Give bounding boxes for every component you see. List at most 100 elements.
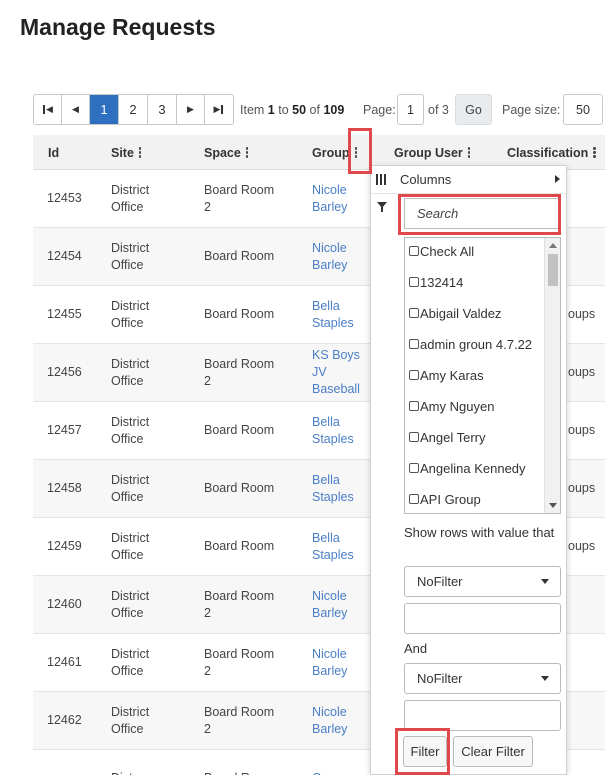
filter-option[interactable]: Amy Nguyen — [409, 396, 494, 416]
scroll-up-icon[interactable] — [549, 243, 557, 248]
checkbox[interactable] — [409, 308, 419, 318]
checkbox[interactable] — [409, 246, 419, 256]
filter-option[interactable]: Abigail Valdez — [409, 303, 501, 323]
cell-site: District Office — [111, 646, 150, 678]
cell-id: 12455 — [47, 307, 82, 321]
cell-group-link[interactable]: Nicole Barley — [312, 170, 367, 227]
cell-group-link[interactable]: Nicole Barley — [312, 576, 367, 633]
cell-id: 12454 — [47, 249, 82, 263]
cell-group-link[interactable]: C — [312, 750, 367, 775]
filter-option[interactable]: admin groun 4.7.22 — [409, 334, 532, 354]
page-3-button[interactable]: 3 — [148, 95, 177, 124]
filter-option[interactable]: 132414 — [409, 272, 463, 292]
cell-group-link[interactable]: Nicole Barley — [312, 634, 367, 691]
cell-classification — [568, 228, 605, 285]
cell-site: District Office — [111, 414, 150, 446]
cell-group-link[interactable]: Nicole Barley — [312, 228, 367, 285]
filter-option-label: API Group — [420, 491, 481, 507]
page-size-input[interactable]: 50 — [563, 94, 603, 125]
cell-classification — [568, 634, 605, 691]
cell-site: District Office — [111, 182, 150, 214]
filter-value-input-1[interactable] — [404, 603, 561, 634]
filter-option-label: 132414 — [420, 274, 464, 290]
filter-option-label: Angelina Kennedy — [420, 460, 526, 476]
clear-filter-button[interactable]: Clear Filter — [453, 736, 533, 767]
column-header-id[interactable]: Id — [48, 135, 59, 170]
filter-option[interactable]: API Group — [409, 489, 481, 509]
filter-option-label: admin groun 4.7.22 — [420, 336, 533, 352]
cell-site: Distr — [111, 750, 191, 775]
scroll-thumb[interactable] — [548, 254, 558, 286]
cell-site: District Office — [111, 472, 150, 504]
cell-group-link[interactable]: KS Boys JV Baseball — [312, 344, 367, 401]
cell-classification — [568, 750, 605, 775]
cell-classification — [568, 576, 605, 633]
cell-space: Board Room 2 — [204, 356, 275, 388]
submenu-arrow-icon — [555, 175, 560, 183]
page-2-button[interactable]: 2 — [119, 95, 148, 124]
columns-icon — [376, 174, 388, 185]
cell-space: Board Room — [204, 539, 275, 553]
cell-group-link[interactable]: Nicole Barley — [312, 692, 367, 749]
cell-group-link[interactable]: Bella Staples — [312, 460, 367, 517]
cell-id: 12456 — [47, 365, 82, 379]
cell-classification: oups — [568, 307, 596, 321]
last-page-button[interactable]: ▶ — [205, 95, 233, 124]
condition-select-1[interactable]: NoFilter — [404, 566, 561, 597]
filter-option[interactable]: Check All — [409, 241, 474, 261]
first-page-icon: ◀ — [42, 104, 53, 115]
checkbox[interactable] — [409, 463, 419, 473]
cell-id: 12461 — [47, 655, 82, 669]
cell-site: District Office — [111, 298, 150, 330]
filter-option-label: Angel Terry — [420, 429, 486, 445]
filter-option[interactable]: Angel Terry — [409, 427, 486, 447]
cell-id: 12453 — [47, 191, 82, 205]
cell-classification: oups — [568, 481, 596, 495]
highlight-filter-button — [395, 728, 450, 775]
filter-option-label: Amy Karas — [420, 367, 484, 383]
go-button[interactable]: Go — [455, 94, 492, 125]
cell-space: Board Room — [204, 307, 275, 321]
checkbox[interactable] — [409, 339, 419, 349]
item-range-info: Item 1 to 50 of 109 — [240, 103, 345, 117]
page-1-button[interactable]: 1 — [90, 95, 119, 124]
cell-group-link[interactable]: Bella Staples — [312, 286, 367, 343]
condition-select-2[interactable]: NoFilter — [404, 663, 561, 694]
cell-space: Board Room 2 — [204, 704, 275, 736]
next-page-button[interactable]: ▶ — [177, 95, 205, 124]
page-number-input[interactable]: 1 — [397, 94, 424, 125]
filter-icon — [377, 202, 387, 212]
first-page-button[interactable]: ◀ — [34, 95, 62, 124]
prev-page-button[interactable]: ◀ — [62, 95, 90, 124]
column-header-space[interactable]: Space — [204, 135, 249, 170]
filter-option[interactable]: Angelina Kennedy — [409, 458, 526, 478]
column-menu-icon[interactable] — [138, 147, 142, 159]
cell-space: Board Room 2 — [204, 182, 275, 214]
group-column-menu: Columns Check All 132414 Abigail Valdez adm… — [370, 165, 567, 775]
cell-site: District Office — [111, 588, 150, 620]
column-menu-icon[interactable] — [245, 147, 249, 159]
scroll-down-icon[interactable] — [549, 503, 557, 508]
cell-group-link[interactable]: Bella Staples — [312, 518, 367, 575]
columns-menu-item[interactable]: Columns — [371, 166, 566, 194]
pager: ◀ ◀ 1 2 3 ▶ ▶ — [33, 94, 234, 125]
cell-space: Board Room — [204, 423, 275, 437]
cell-site: District Office — [111, 240, 150, 272]
cell-group-link[interactable]: Bella Staples — [312, 402, 367, 459]
column-menu-icon[interactable] — [467, 147, 471, 159]
checkbox[interactable] — [409, 494, 419, 504]
filter-option[interactable]: Amy Karas — [409, 365, 484, 385]
cell-space: Board Room — [204, 481, 275, 495]
cell-id: 12457 — [47, 423, 82, 437]
checkbox[interactable] — [409, 277, 419, 287]
column-menu-icon[interactable] — [593, 147, 596, 159]
checkbox[interactable] — [409, 401, 419, 411]
column-header-site[interactable]: Site — [111, 135, 142, 170]
highlight-search — [398, 194, 561, 235]
cell-id: 12458 — [47, 481, 82, 495]
checkbox[interactable] — [409, 432, 419, 442]
checkbox[interactable] — [409, 370, 419, 380]
filter-value-input-2[interactable] — [404, 700, 561, 731]
list-scrollbar[interactable] — [544, 238, 560, 513]
filter-option-label: Amy Nguyen — [420, 398, 495, 414]
